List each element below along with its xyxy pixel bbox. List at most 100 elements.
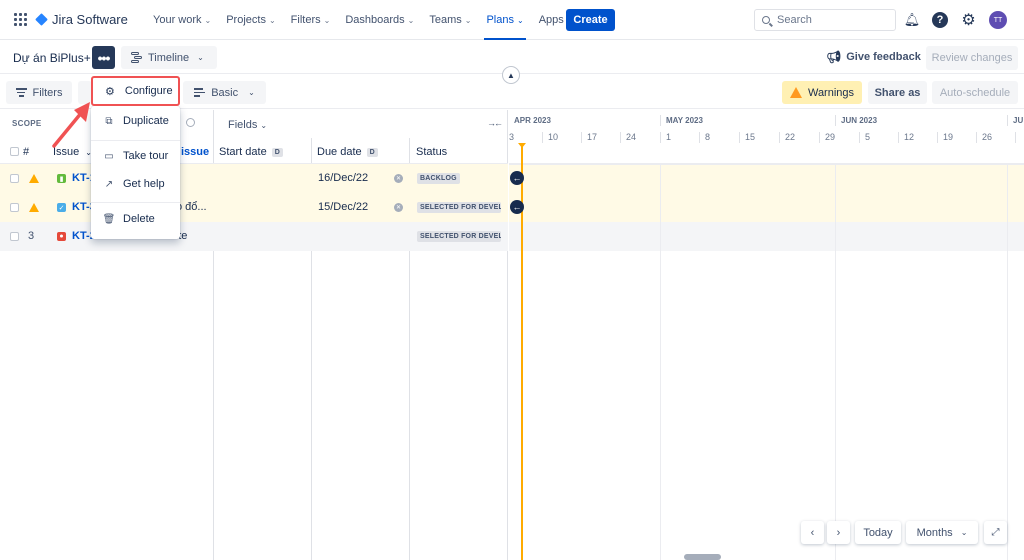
settings-gear-icon[interactable]: ⚙︎ [960, 11, 977, 29]
nav-teams[interactable]: Teams ⌄ [423, 0, 477, 40]
give-feedback-button[interactable]: 📢︎ Give feedback [826, 50, 921, 64]
nav-your-work[interactable]: Your work ⌄ [147, 0, 217, 40]
collapse-header-button[interactable]: ▲ [502, 66, 520, 84]
app-switcher-icon[interactable] [14, 13, 27, 26]
week-label: 10 [542, 132, 558, 143]
nav-filters[interactable]: Filters ⌄ [285, 0, 337, 40]
week-label: 24 [620, 132, 636, 143]
view-mode-button[interactable]: Basic ⌄ [183, 81, 266, 104]
nav-plans[interactable]: Plans ⌄ [480, 0, 529, 40]
create-issue-link[interactable]: issue [181, 146, 209, 158]
table-row[interactable]: ✓ KT-3 o đổ... 15/Dec/22 ✕ SELECTED FOR … [0, 193, 508, 222]
time-scale-dropdown[interactable]: Months ⌄ [906, 521, 978, 544]
more-actions-button[interactable]: ••• [92, 46, 115, 69]
timeline-next-button[interactable]: › [827, 521, 850, 544]
timeline-row[interactable] [509, 193, 1024, 222]
notifications-icon[interactable]: 🔔︎ [904, 12, 921, 28]
plan-title: Dự án BiPlus+ [13, 51, 91, 65]
scroll-to-bar-left-icon[interactable]: ← [510, 200, 524, 214]
horizontal-scrollbar[interactable] [684, 554, 721, 560]
row-checkbox[interactable] [10, 203, 19, 212]
view-selector-button[interactable]: Timeline ⌄ [121, 46, 217, 69]
status-badge[interactable]: SELECTED FOR DEVELOPMENT [417, 231, 501, 242]
timeline-prev-button[interactable]: ‹ [801, 521, 824, 544]
clear-date-icon[interactable]: ✕ [394, 203, 403, 212]
week-label: 5 [859, 132, 870, 143]
chevron-down-icon: ⌄ [260, 121, 268, 130]
top-navigation: Jira Software Your work ⌄ Projects ⌄ Filte… [0, 0, 1024, 40]
nav-label: Dashboards [345, 14, 405, 26]
help-icon[interactable]: ? [932, 12, 948, 28]
due-date[interactable]: 15/Dec/22 [318, 201, 368, 213]
timeline-area[interactable]: APR 2023 MAY 2023 JUN 2023 JU 3 10 17 24… [509, 110, 1024, 560]
nav-label: Your work [153, 14, 202, 26]
col-status: Status [416, 146, 448, 158]
auto-schedule-button[interactable]: Auto-schedule [932, 81, 1018, 104]
time-scale-label: Months [916, 526, 953, 539]
more-actions-menu: ⧉ Duplicate ▭ Take tour ↗ Get help 🗑︎ Delete [91, 106, 180, 239]
week-label: 19 [937, 132, 953, 143]
row-checkbox[interactable] [10, 232, 19, 241]
chevron-up-icon: ▲ [507, 70, 515, 80]
menu-item-take-tour[interactable]: ▭ Take tour [91, 143, 180, 169]
issue-summary[interactable]: o đổ... [176, 201, 207, 213]
collapse-fields-icon[interactable]: →← [487, 118, 503, 128]
fullscreen-expand-icon[interactable]: ⤢ [984, 521, 1007, 544]
menu-item-delete[interactable]: 🗑︎ Delete [91, 206, 180, 232]
story-icon: ▮ [57, 174, 66, 183]
week-label: 3 [509, 132, 515, 142]
filters-label: Filters [32, 86, 63, 99]
status-badge[interactable]: BACKLOG [417, 173, 460, 184]
warning-icon [789, 87, 802, 98]
jira-logo-icon [35, 13, 48, 26]
row-checkbox[interactable] [10, 174, 19, 183]
presentation-icon: ▭ [104, 150, 114, 162]
scope-label: SCOPE [12, 119, 42, 128]
warnings-button[interactable]: Warnings [782, 81, 862, 104]
week-label: 26 [976, 132, 992, 143]
avatar[interactable]: TT [989, 11, 1007, 29]
scroll-to-bar-left-icon[interactable]: ← [510, 171, 524, 185]
month-label: MAY 2023 [660, 115, 703, 126]
table-row[interactable]: 3 ● KT-2 ...bsite SELECTED FOR DEVELOPME… [0, 222, 508, 251]
basic-label: Basic [211, 86, 239, 99]
due-date[interactable]: 16/Dec/22 [318, 172, 368, 184]
menu-item-get-help[interactable]: ↗ Get help [91, 171, 180, 197]
date-badge: D [271, 147, 283, 157]
feedback-label: Give feedback [846, 51, 921, 63]
review-changes-button[interactable]: Review changes [926, 46, 1018, 70]
filter-icon [15, 86, 27, 99]
week-label: 22 [779, 132, 795, 143]
nav-dashboards[interactable]: Dashboards ⌄ [339, 0, 420, 40]
today-button[interactable]: Today [855, 521, 901, 544]
warning-icon[interactable] [29, 174, 39, 183]
status-badge[interactable]: SELECTED FOR DEVELOPMENT [417, 202, 501, 213]
col-due-date: Due date D [317, 146, 378, 158]
create-button[interactable]: Create [566, 9, 615, 31]
search-icon[interactable] [186, 118, 195, 127]
menu-item-configure[interactable]: ⚙︎ Configure [91, 76, 180, 106]
month-label: JU [1007, 115, 1023, 126]
timeline-row[interactable] [509, 165, 1024, 194]
col-start-date: Start date D [219, 146, 283, 158]
week-label: 8 [699, 132, 710, 143]
warning-icon[interactable] [29, 203, 39, 212]
jira-logo[interactable]: Jira Software [35, 12, 128, 27]
view-label: Timeline [148, 51, 190, 64]
month-label: JUN 2023 [835, 115, 877, 126]
week-label: 12 [898, 132, 914, 143]
share-as-button[interactable]: Share as [868, 81, 927, 104]
nav-projects[interactable]: Projects ⌄ [220, 0, 281, 40]
nav-label: Plans [486, 14, 514, 26]
timeline-row[interactable] [509, 222, 1024, 251]
clear-date-icon[interactable]: ✕ [394, 174, 403, 183]
menu-item-duplicate[interactable]: ⧉ Duplicate [91, 108, 180, 134]
chevron-down-icon: ⌄ [248, 88, 255, 97]
select-all-checkbox[interactable] [10, 147, 19, 156]
fields-dropdown[interactable]: Fields ⌄ [228, 119, 267, 131]
scope-table: SCOPE Fields ⌄ →← # Issue ⌄ issue Start d… [0, 110, 508, 560]
chevron-down-icon: ⌄ [407, 15, 415, 25]
table-row[interactable]: ▮ KT-1 16/Dec/22 ✕ BACKLOG [0, 164, 508, 193]
warnings-label: Warnings [807, 86, 855, 99]
search-input[interactable]: Search [754, 9, 896, 31]
